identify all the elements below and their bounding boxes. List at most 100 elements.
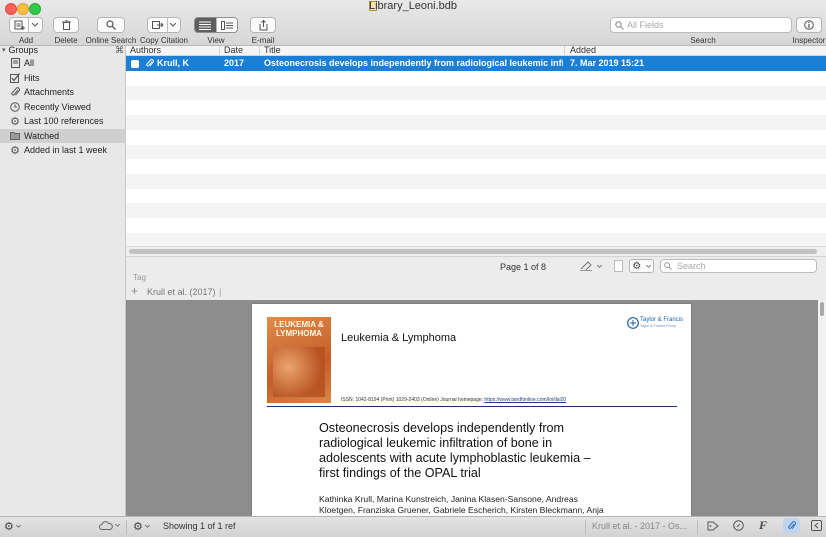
annotation-tool-menu[interactable] [580, 260, 602, 272]
reference-token[interactable]: Krull et al. (2017) [147, 287, 216, 297]
title-line: adolescents with acute lymphoblastic leu… [319, 451, 591, 465]
sidebar-item-label: All [24, 58, 35, 68]
title-line: radiological leukemic infiltration of bo… [319, 436, 553, 450]
list-view-icon [199, 21, 212, 30]
column-header-date[interactable]: Date [224, 45, 243, 55]
row-checkbox[interactable] [131, 60, 139, 68]
column-divider[interactable] [564, 46, 565, 56]
attachments-toggle[interactable] [783, 518, 800, 533]
chevron-down-icon [115, 524, 120, 527]
magnifier-icon [106, 20, 116, 30]
article-title: Osteonecrosis develops independently fro… [319, 421, 591, 481]
paperclip-icon [10, 87, 20, 97]
sidebar-item-label: Hits [24, 72, 40, 83]
preview-search-input[interactable] [660, 259, 817, 273]
split-view-toggle[interactable] [215, 18, 237, 32]
cloud-sync-menu[interactable] [99, 521, 120, 530]
disclosure-triangle-icon[interactable]: ▾ [2, 46, 6, 54]
gear-icon: ⚙ [10, 144, 20, 157]
split-divider [166, 18, 168, 32]
copy-citation-button[interactable] [147, 17, 181, 33]
table-row[interactable]: Krull, K 2017 Osteonecrosis develops ind… [126, 56, 826, 71]
sidebar-item-attachments[interactable]: Attachments [0, 85, 126, 99]
add-tag-icon[interactable]: + [131, 284, 138, 298]
chevron-down-icon[interactable] [32, 23, 38, 27]
cell-title: Osteonecrosis develops independently fro… [264, 58, 563, 68]
header-rule [267, 406, 677, 407]
compass-icon[interactable] [733, 520, 744, 531]
inspector-button[interactable] [796, 17, 822, 33]
view-segmented-control [194, 17, 238, 33]
cell-added: 7. Mar 2019 15:21 [570, 58, 645, 68]
chevron-down-icon[interactable] [170, 23, 176, 27]
chevron-down-icon [15, 525, 21, 528]
fields-icon[interactable]: F [759, 518, 767, 533]
email-button[interactable] [250, 17, 276, 33]
sidebar-item-label: Last 100 references [24, 116, 104, 126]
online-search-button[interactable] [97, 17, 125, 33]
preview-toolbar: Page 1 of 8 ⚙ [126, 256, 826, 274]
preview-settings-menu[interactable]: ⚙ [629, 259, 654, 273]
sidebar-item-hits[interactable]: Hits [0, 71, 126, 85]
sidebar-item-label: Added in last 1 week [24, 145, 108, 155]
pdf-vertical-scrollbar[interactable] [818, 300, 826, 516]
add-reference-icon [14, 20, 25, 30]
authors-line: Kloetgen, Franziska Gruener, Gabriele Es… [319, 505, 604, 515]
table-horizontal-scrollbar[interactable] [126, 246, 826, 256]
sidebar-item-all[interactable]: All [0, 56, 126, 70]
pdf-page[interactable]: LEUKEMIA & LYMPHOMA Leukemia & Lymphoma … [252, 304, 691, 516]
column-header-authors[interactable]: Authors [130, 45, 161, 55]
journal-homepage-link[interactable]: https://www.tandfonline.com/loi/ilal20 [484, 397, 566, 403]
cover-title: LEUKEMIA & LYMPHOMA [267, 320, 331, 338]
chevron-down-icon [597, 264, 602, 268]
checkbox-icon [10, 72, 20, 83]
clock-icon [10, 101, 20, 112]
groups-header[interactable]: ▾ Groups ⌘ [0, 44, 126, 56]
sidebar-item-recently-viewed[interactable]: Recently Viewed [0, 100, 126, 114]
info-icon [804, 20, 814, 30]
sidebar-item-watched[interactable]: Watched [0, 128, 126, 143]
column-header-added[interactable]: Added [570, 45, 596, 55]
cell-authors: Krull, K [157, 58, 190, 68]
tag-icon[interactable] [707, 521, 719, 531]
gear-icon: ⚙ [4, 521, 14, 533]
scrollbar-thumb[interactable] [129, 249, 817, 254]
view-label: View [207, 36, 225, 45]
groups-header-label: Groups [8, 45, 39, 55]
journal-cover-image: LEUKEMIA & LYMPHOMA [267, 317, 331, 403]
sidebar-action-menu[interactable]: ⚙ [4, 520, 21, 533]
inspector-label: Inspector [792, 36, 826, 45]
sidebar-item-last-100[interactable]: ⚙ Last 100 references [0, 114, 126, 128]
paperclip-icon [146, 59, 154, 67]
list-view-toggle[interactable] [195, 18, 216, 32]
cell-date: 2017 [224, 58, 245, 68]
command-key-icon: ⌘ [115, 44, 124, 55]
publisher-name: Taylor & Francis [640, 317, 684, 323]
scrollbar-thumb[interactable] [820, 302, 824, 316]
gear-icon: ⚙ [632, 260, 642, 272]
issn-text: ISSN: 1042-8194 (Print) 1029-2403 (Onlin… [341, 397, 485, 403]
sidebar-item-label: Watched [24, 130, 60, 141]
toggle-inspector-button[interactable] [811, 520, 822, 531]
cover-title-line: LYMPHOMA [276, 329, 322, 338]
issn-line: ISSN: 1042-8194 (Print) 1029-2403 (Onlin… [341, 397, 566, 403]
table-header: Authors Date Title Added [126, 45, 826, 56]
add-button[interactable] [9, 17, 43, 33]
column-header-title[interactable]: Title [264, 45, 281, 55]
sidebar-item-added-last-week[interactable]: ⚙ Added in last 1 week [0, 143, 126, 157]
cover-title-line: LEUKEMIA & [274, 320, 324, 329]
page-thumbnail-icon[interactable] [614, 260, 623, 272]
library-icon [10, 58, 20, 68]
chevron-down-icon [144, 525, 150, 528]
column-divider[interactable] [259, 46, 260, 56]
table-action-menu[interactable]: ⚙ [133, 520, 150, 533]
paperclip-icon [787, 520, 796, 529]
search-icon [615, 21, 624, 30]
delete-button[interactable] [53, 17, 79, 33]
title-line: first findings of the OPAL trial [319, 466, 481, 480]
toolbar-search-input[interactable] [610, 17, 792, 33]
split-divider [28, 18, 29, 32]
selected-reference-breadcrumb[interactable]: Krull et al. - 2017 - Os... [592, 521, 687, 531]
column-divider[interactable] [219, 46, 220, 56]
search-icon [664, 262, 672, 270]
